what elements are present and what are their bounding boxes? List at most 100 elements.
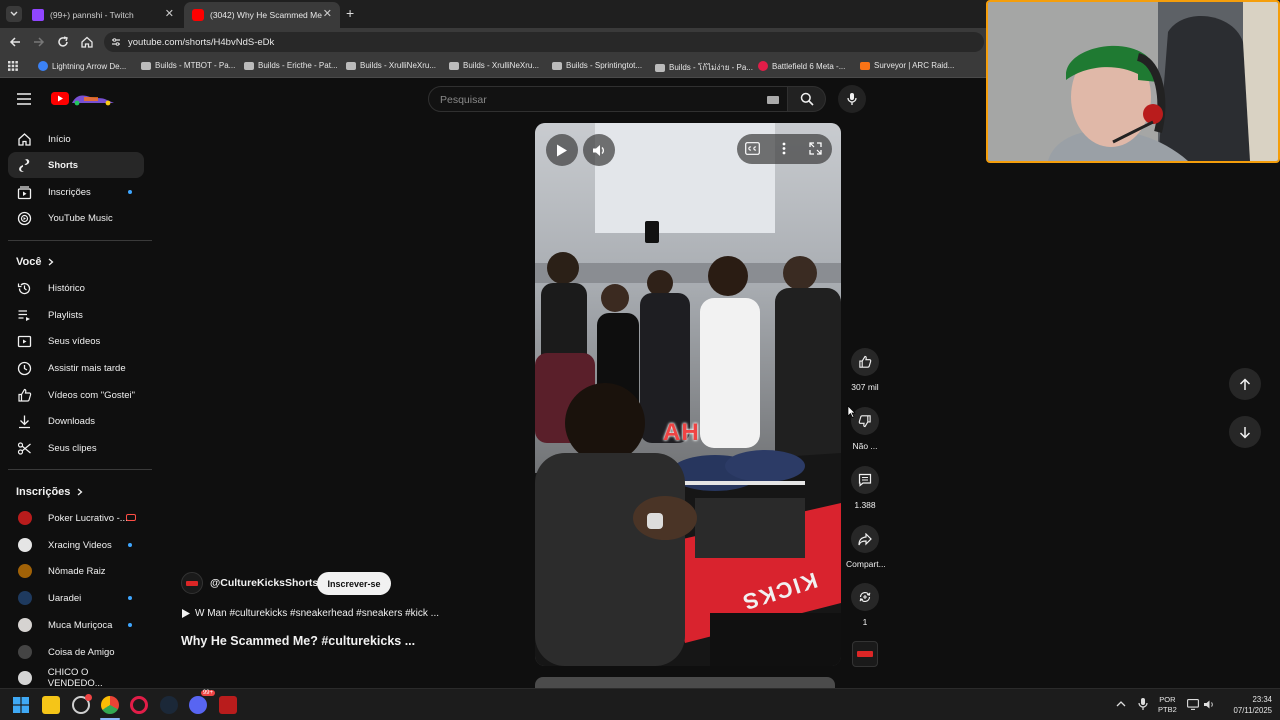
close-tab-icon[interactable]: ✕ (165, 9, 174, 20)
sidebar-subscription-item[interactable]: Coisa de Amigo (8, 639, 144, 665)
back-icon[interactable] (8, 35, 22, 49)
share-button[interactable]: Compart... (846, 525, 886, 569)
bookmark-item[interactable]: Builds - โก้ไม่ง่าย - Pa... (655, 61, 753, 74)
remix-button[interactable]: 1 (846, 583, 884, 627)
close-tab-icon[interactable]: ✕ (323, 9, 332, 20)
music-icon (16, 210, 32, 226)
sidebar-item-watch-later[interactable]: Assistir mais tarde (8, 355, 144, 381)
opera-icon[interactable] (130, 696, 148, 714)
short-video-player[interactable]: AH KICKS (535, 123, 841, 666)
keyboard-icon[interactable] (767, 96, 779, 104)
home-icon (16, 131, 32, 147)
next-short-preview[interactable] (535, 677, 835, 688)
menu-icon[interactable] (17, 93, 31, 105)
sidebar-item-your-clips[interactable]: Seus clipes (8, 435, 144, 461)
shorts-icon (16, 157, 32, 173)
video-caption-overlay: AH (663, 419, 700, 446)
chevron-up-icon[interactable] (1116, 700, 1126, 707)
sidebar-section-you[interactable]: Você (16, 256, 55, 268)
channel-name[interactable]: @CultureKicksShorts (210, 577, 318, 589)
mouse-cursor-icon (847, 405, 856, 418)
language-indicator[interactable]: POR PTB2 (1158, 695, 1177, 715)
microphone-icon[interactable] (1138, 697, 1148, 711)
audio-source-thumbnail[interactable] (852, 641, 878, 667)
system-clock[interactable]: 23:34 07/11/2025 (1222, 694, 1272, 716)
network-icon[interactable] (1187, 699, 1199, 710)
tab-twitch[interactable]: (99+) pannshi - Twitch ✕ (24, 2, 182, 28)
sidebar-item-playlists[interactable]: Playlists (8, 302, 144, 328)
sidebar-item-downloads[interactable]: Downloads (8, 408, 144, 434)
app-icon[interactable] (219, 696, 237, 714)
new-tab-button[interactable]: + (346, 6, 354, 20)
sidebar-subscription-item[interactable]: Nômade Raiz (8, 558, 144, 584)
comment-count: 1.388 (854, 500, 876, 510)
fullscreen-icon[interactable] (809, 142, 822, 155)
bookmark-item[interactable]: Builds - MTBOT - Pa... (141, 61, 235, 70)
sidebar-subscription-item[interactable]: Uaradei (8, 585, 144, 611)
sidebar-subscription-item[interactable]: Poker Lucrativo -... (8, 505, 144, 531)
short-title[interactable]: Why He Scammed Me? #culturekicks ... (181, 634, 415, 648)
sidebar-subscription-item[interactable]: Xracing Videos (8, 532, 144, 558)
sidebar-item-history[interactable]: Histórico (8, 275, 144, 301)
subscribe-button[interactable]: Inscrever-se (317, 572, 391, 595)
forward-icon[interactable] (32, 35, 46, 49)
voice-search-button[interactable] (838, 85, 866, 113)
next-short-button[interactable] (1229, 416, 1261, 448)
bookmark-item[interactable]: Builds - Sprintingtot... (552, 61, 642, 70)
youtube-icon (192, 9, 204, 21)
volume-icon[interactable] (1203, 699, 1215, 710)
comments-button[interactable]: 1.388 (846, 466, 884, 510)
bookmark-item[interactable]: Builds - XrulliNeXru... (449, 61, 539, 70)
search-button[interactable] (788, 86, 826, 112)
steam-icon[interactable] (160, 696, 178, 714)
captions-icon[interactable] (745, 142, 760, 155)
arrow-down-icon (1239, 426, 1251, 439)
chrome-icon[interactable] (101, 696, 119, 714)
home-icon[interactable] (80, 35, 94, 49)
sidebar-item-youtube-music[interactable]: YouTube Music (8, 205, 144, 231)
like-button[interactable]: 307 mil (846, 348, 884, 392)
volume-icon (593, 144, 604, 156)
sidebar-item-shorts[interactable]: Shorts (8, 152, 144, 178)
bookmark-item[interactable]: Surveyor | ARC Raid... (860, 61, 954, 70)
sidebar-subscription-item[interactable]: Muca Muriçoca (8, 612, 144, 638)
sidebar-item-liked-videos[interactable]: Vídeos com "Gostei" (8, 382, 144, 408)
play-button[interactable] (546, 134, 578, 166)
bookmark-item[interactable]: Battlefield 6 Meta -... (758, 61, 845, 71)
remix-count: 1 (862, 617, 868, 627)
channel-avatar[interactable] (181, 572, 203, 594)
sidebar-item-home[interactable]: Início (8, 126, 144, 152)
discord-icon[interactable]: 99+ (189, 690, 215, 714)
short-description[interactable]: W Man #culturekicks #sneakerhead #sneake… (182, 608, 439, 619)
sidebar-section-subscriptions[interactable]: Inscrições (16, 486, 84, 498)
windows-start-icon[interactable] (13, 697, 29, 713)
tab-youtube[interactable]: (3042) Why He Scammed Me? # ✕ (184, 2, 340, 28)
file-explorer-icon[interactable] (42, 696, 60, 714)
tab-search-button[interactable] (6, 6, 22, 22)
share-label: Compart... (846, 559, 886, 569)
app-icon[interactable] (72, 694, 92, 714)
search-input[interactable]: Pesquisar (428, 86, 788, 112)
avatar (18, 511, 32, 525)
address-field[interactable]: youtube.com/shorts/H4bvNdS-eDk (104, 32, 984, 52)
avatar (18, 645, 32, 659)
site-info-icon[interactable] (111, 37, 121, 47)
notification-badge: 99+ (200, 690, 215, 696)
clock-date: 07/11/2025 (1233, 706, 1272, 715)
youtube-logo[interactable] (50, 91, 120, 107)
sidebar-item-subscriptions[interactable]: Inscrições (8, 179, 144, 205)
new-content-dot (128, 596, 132, 600)
mute-button[interactable] (583, 134, 615, 166)
bookmark-item[interactable]: Builds - Ericthe - Pat... (244, 61, 338, 70)
sidebar-item-your-videos[interactable]: Seus vídeos (8, 328, 144, 354)
bookmark-item[interactable]: Lightning Arrow De... (38, 61, 126, 71)
share-button-circle (851, 525, 879, 553)
dislike-label: Não ... (852, 441, 878, 451)
previous-short-button[interactable] (1229, 368, 1261, 400)
more-options-icon[interactable] (782, 142, 786, 155)
subscriptions-icon (16, 184, 32, 200)
search-placeholder: Pesquisar (440, 94, 487, 106)
reload-icon[interactable] (56, 35, 70, 49)
bookmark-item[interactable]: Builds - XrulliNeXru... (346, 61, 436, 70)
apps-grid-icon[interactable] (8, 61, 18, 71)
